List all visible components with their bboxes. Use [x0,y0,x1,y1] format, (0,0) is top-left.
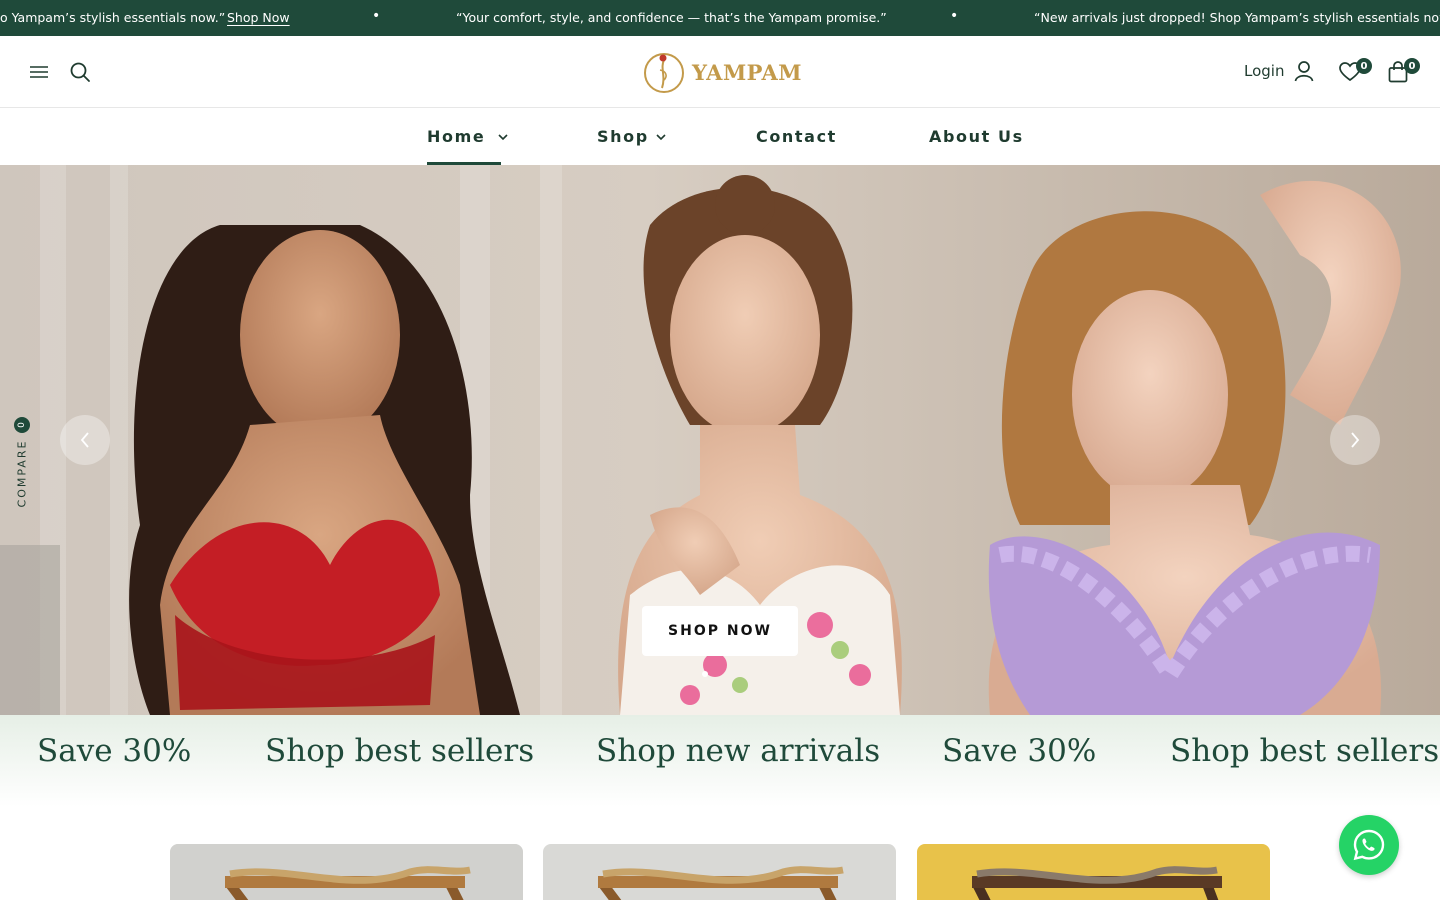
chevron-down-icon [498,133,508,140]
announcement-message: “Your comfort, style, and confidence — t… [456,10,887,25]
collection-card[interactable] [170,844,523,900]
announcement-separator: • [950,8,959,24]
collection-image [917,844,1270,900]
search-icon[interactable] [68,60,92,84]
main-nav: Home Shop Contact About Us [0,108,1440,165]
whatsapp-button[interactable] [1339,815,1399,875]
collection-image [170,844,523,900]
announcement-bar: o Yampam’s stylish essentials now.” Shop… [0,0,1440,36]
menu-icon[interactable] [28,61,50,83]
compare-tab[interactable]: 0 COMPARE [12,415,32,507]
hero-slide-indicators [702,671,708,677]
logo-emblem-icon [644,53,684,93]
site-header: YAMPAM Login 0 0 [0,36,1440,108]
promo-item[interactable]: Shop new arrivals [596,733,880,769]
promo-item[interactable]: Shop best sellers [265,733,534,769]
hero-banner: SHOP NOW [0,165,1440,715]
announcement-separator: • [372,8,381,24]
hero-shop-now-button[interactable]: SHOP NOW [642,606,798,656]
promo-item[interactable]: Save 30% [942,733,1096,769]
nav-item-home[interactable]: Home [427,127,509,146]
announcement-message: “New arrivals just dropped! Shop Yampam’… [1034,10,1440,25]
nav-item-label: Home [427,127,486,146]
announcement-shop-now-link[interactable]: Shop Now [227,10,290,25]
chevron-right-icon [1351,432,1360,448]
wishlist-count-badge: 0 [1356,58,1372,74]
collection-card[interactable] [917,844,1270,900]
login-link[interactable]: Login [1244,60,1314,82]
compare-count-badge: 0 [14,417,30,433]
nav-item-about-us[interactable]: About Us [929,127,1024,146]
site-logo[interactable]: YAMPAM [642,49,802,95]
hero-next-button[interactable] [1330,415,1380,465]
nav-item-label: Shop [597,127,649,146]
chevron-left-icon [80,432,89,448]
cart-count-badge: 0 [1404,58,1420,74]
nav-item-shop[interactable]: Shop [597,127,667,146]
promo-marquee: Save 30% Shop best sellers Shop new arri… [0,715,1440,807]
user-icon [1295,61,1314,82]
whatsapp-icon [1353,829,1385,861]
collection-image [543,844,896,900]
login-label: Login [1244,62,1285,80]
promo-item[interactable]: Shop best sellers [1170,733,1439,769]
nav-item-label: Contact [756,127,837,146]
compare-label: COMPARE [15,439,29,508]
hero-prev-button[interactable] [60,415,110,465]
slide-dot[interactable] [702,671,708,677]
nav-item-contact[interactable]: Contact [756,127,837,146]
logo-text: YAMPAM [692,59,802,85]
announcement-message: o Yampam’s stylish essentials now.” [0,10,226,25]
nav-item-label: About Us [929,127,1024,146]
chevron-down-icon [656,133,666,140]
collection-card[interactable] [543,844,896,900]
promo-item[interactable]: Save 30% [37,733,191,769]
